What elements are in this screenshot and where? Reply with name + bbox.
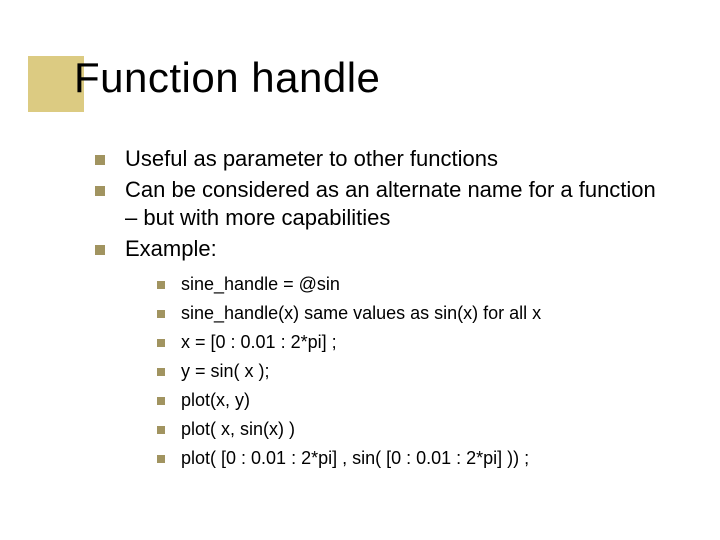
example-item: plot(x, y) [157, 387, 670, 414]
example-text: plot( x, sin(x) ) [181, 419, 295, 439]
example-text: y = sin( x ); [181, 361, 270, 381]
bullet-text: Example: [125, 236, 217, 261]
example-item: plot( x, sin(x) ) [157, 416, 670, 443]
bullet-list-level2: sine_handle = @sin sine_handle(x) same v… [157, 271, 670, 472]
bullet-item: Can be considered as an alternate name f… [95, 176, 670, 233]
example-item: sine_handle = @sin [157, 271, 670, 298]
slide-content: Useful as parameter to other functions C… [95, 145, 670, 474]
example-text: sine_handle(x) same values as sin(x) for… [181, 303, 541, 323]
example-text: sine_handle = @sin [181, 274, 340, 294]
bullet-text: Useful as parameter to other functions [125, 146, 498, 171]
example-text: plot( [0 : 0.01 : 2*pi] , sin( [0 : 0.01… [181, 448, 529, 468]
example-item: x = [0 : 0.01 : 2*pi] ; [157, 329, 670, 356]
bullet-list-level1: Useful as parameter to other functions C… [95, 145, 670, 472]
slide-title: Function handle [74, 54, 380, 102]
bullet-text: Can be considered as an alternate name f… [125, 177, 656, 231]
bullet-item: Useful as parameter to other functions [95, 145, 670, 174]
example-text: x = [0 : 0.01 : 2*pi] ; [181, 332, 337, 352]
slide: Function handle Useful as parameter to o… [0, 0, 720, 540]
bullet-item: Example: sine_handle = @sin sine_handle(… [95, 235, 670, 473]
example-item: sine_handle(x) same values as sin(x) for… [157, 300, 670, 327]
example-text: plot(x, y) [181, 390, 250, 410]
example-item: plot( [0 : 0.01 : 2*pi] , sin( [0 : 0.01… [157, 445, 670, 472]
example-item: y = sin( x ); [157, 358, 670, 385]
